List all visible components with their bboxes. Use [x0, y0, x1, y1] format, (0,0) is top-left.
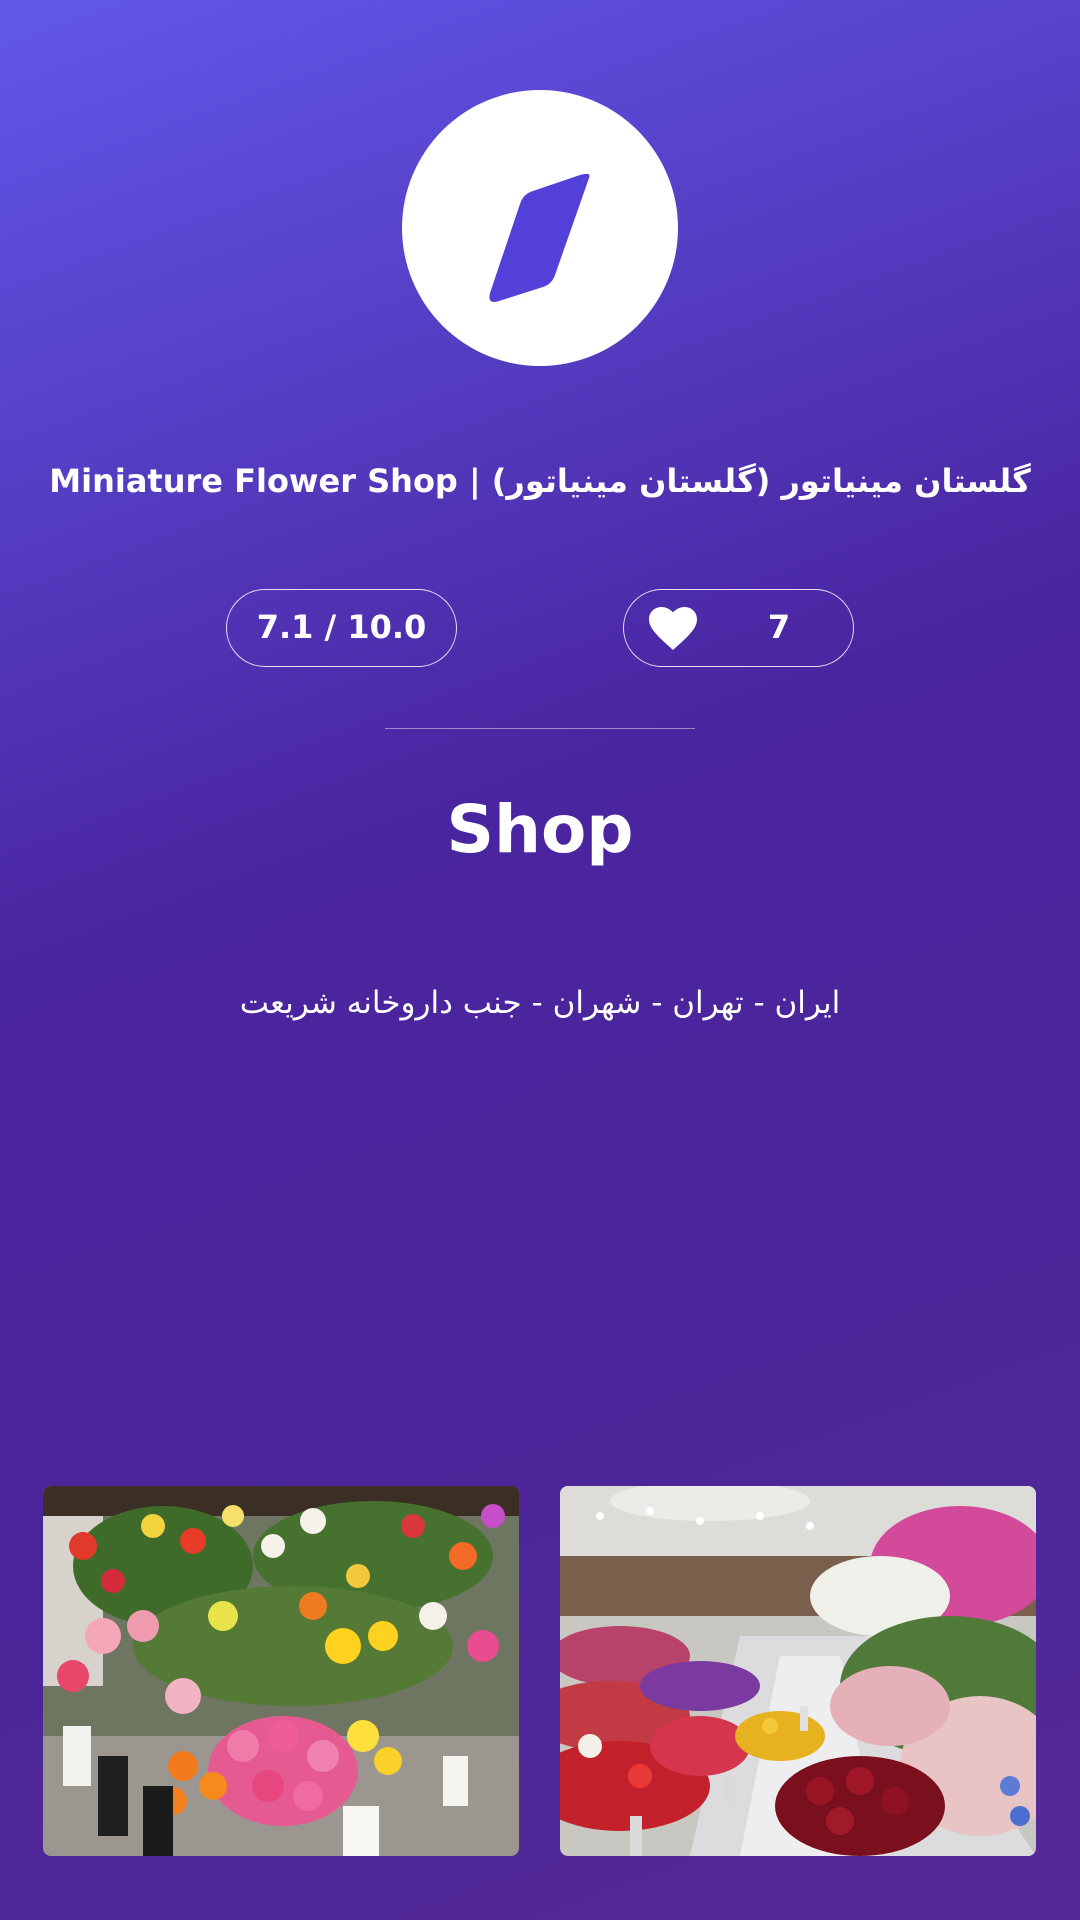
- place-address: ایران - تهران - شهران - جنب داروخانه شری…: [239, 985, 841, 1021]
- gallery-photo-bouquets[interactable]: [43, 1486, 519, 1856]
- place-category: Shop: [446, 791, 634, 868]
- compass-diamond-icon: [489, 173, 590, 302]
- likes-pill[interactable]: 7: [623, 589, 854, 667]
- section-divider: [385, 728, 695, 729]
- heart-icon: [649, 607, 697, 650]
- rating-pill: 7.1 / 10.0: [226, 589, 457, 667]
- place-logo: [402, 90, 678, 366]
- rating-value: 7.1 / 10.0: [256, 608, 427, 646]
- gallery-photo-shop-interior[interactable]: [560, 1486, 1036, 1856]
- likes-count: 7: [767, 608, 791, 646]
- place-title: Miniature Flower Shop | گلستان مینیاتور …: [49, 462, 1031, 500]
